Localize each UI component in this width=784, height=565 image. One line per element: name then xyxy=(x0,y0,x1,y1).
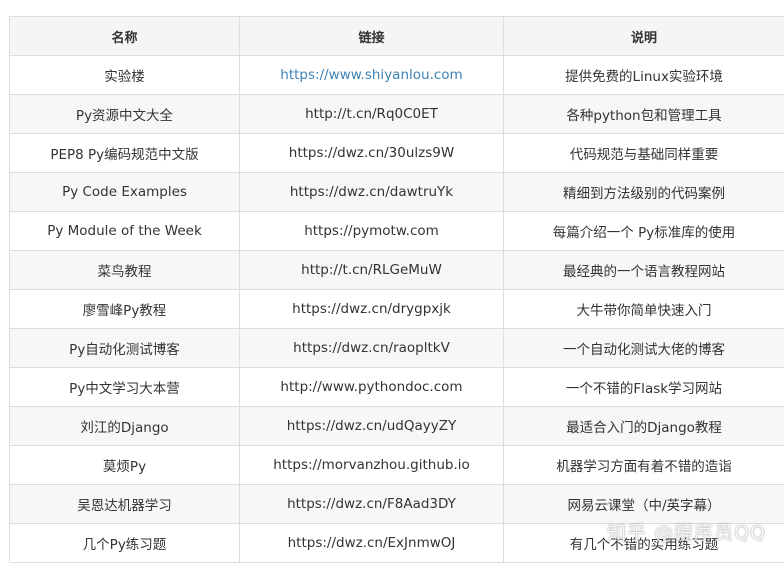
cell-link: https://dwz.cn/dawtruYk xyxy=(239,172,504,212)
table-row: 吴恩达机器学习 https://dwz.cn/F8Aad3DY 网易云课堂（中/… xyxy=(9,484,784,524)
resource-link[interactable]: https://dwz.cn/F8Aad3DY xyxy=(287,496,456,512)
cell-description: 一个自动化测试大佬的博客 xyxy=(503,328,784,368)
resource-link[interactable]: https://pymotw.com xyxy=(304,223,439,239)
resource-table-container: 名称 链接 说明 实验楼 https://www.shiyanlou.com 提… xyxy=(9,16,784,563)
table-row: Py Module of the Week https://pymotw.com… xyxy=(9,211,784,251)
cell-link: https://dwz.cn/F8Aad3DY xyxy=(239,484,504,524)
cell-description: 提供免费的Linux实验环境 xyxy=(503,55,784,95)
resource-link[interactable]: https://dwz.cn/raopltkV xyxy=(293,340,450,356)
cell-name: Py中文学习大本营 xyxy=(9,367,240,407)
table-row: 几个Py练习题 https://dwz.cn/ExJnmwOJ 有几个不错的实用… xyxy=(9,523,784,563)
cell-name: Py自动化测试博客 xyxy=(9,328,240,368)
cell-name: Py资源中文大全 xyxy=(9,94,240,134)
cell-link: https://dwz.cn/raopltkV xyxy=(239,328,504,368)
table-row: Py中文学习大本营 http://www.pythondoc.com 一个不错的… xyxy=(9,367,784,407)
resource-link[interactable]: https://morvanzhou.github.io xyxy=(273,457,470,473)
cell-name: 刘江的Django xyxy=(9,406,240,446)
table-row: 实验楼 https://www.shiyanlou.com 提供免费的Linux… xyxy=(9,55,784,95)
cell-name: 吴恩达机器学习 xyxy=(9,484,240,524)
cell-name: PEP8 Py编码规范中文版 xyxy=(9,133,240,173)
cell-link: https://dwz.cn/30ulzs9W xyxy=(239,133,504,173)
cell-link: http://t.cn/RLGeMuW xyxy=(239,250,504,290)
resource-link[interactable]: https://www.shiyanlou.com xyxy=(280,67,462,83)
cell-name: Py Module of the Week xyxy=(9,211,240,251)
cell-link: https://dwz.cn/udQayyZY xyxy=(239,406,504,446)
cell-description: 每篇介绍一个 Py标准库的使用 xyxy=(503,211,784,251)
cell-description: 机器学习方面有着不错的造诣 xyxy=(503,445,784,485)
resource-link[interactable]: https://dwz.cn/ExJnmwOJ xyxy=(288,535,456,551)
cell-link: https://www.shiyanlou.com xyxy=(239,55,504,95)
cell-name: 几个Py练习题 xyxy=(9,523,240,563)
cell-description: 一个不错的Flask学习网站 xyxy=(503,367,784,407)
resource-link[interactable]: http://www.pythondoc.com xyxy=(280,379,462,395)
resource-link[interactable]: https://dwz.cn/drygpxjk xyxy=(292,301,451,317)
cell-name: 廖雪峰Py教程 xyxy=(9,289,240,329)
resource-link[interactable]: https://dwz.cn/dawtruYk xyxy=(290,184,453,200)
resource-link[interactable]: https://dwz.cn/udQayyZY xyxy=(287,418,456,434)
cell-link: https://dwz.cn/drygpxjk xyxy=(239,289,504,329)
table-row: 廖雪峰Py教程 https://dwz.cn/drygpxjk 大牛带你简单快速… xyxy=(9,289,784,329)
cell-name: 实验楼 xyxy=(9,55,240,95)
table-row: 刘江的Django https://dwz.cn/udQayyZY 最适合入门的… xyxy=(9,406,784,446)
cell-description: 最经典的一个语言教程网站 xyxy=(503,250,784,290)
cell-description: 代码规范与基础同样重要 xyxy=(503,133,784,173)
cell-link: https://dwz.cn/ExJnmwOJ xyxy=(239,523,504,563)
cell-name: 菜鸟教程 xyxy=(9,250,240,290)
cell-description: 网易云课堂（中/英字幕） xyxy=(503,484,784,524)
table-row: Py资源中文大全 http://t.cn/Rq0C0ET 各种python包和管… xyxy=(9,94,784,134)
cell-description: 精细到方法级别的代码案例 xyxy=(503,172,784,212)
cell-link: http://www.pythondoc.com xyxy=(239,367,504,407)
table-row: Py自动化测试博客 https://dwz.cn/raopltkV 一个自动化测… xyxy=(9,328,784,368)
header-description: 说明 xyxy=(503,16,784,56)
cell-description: 最适合入门的Django教程 xyxy=(503,406,784,446)
table-row: 莫烦Py https://morvanzhou.github.io 机器学习方面… xyxy=(9,445,784,485)
cell-name: 莫烦Py xyxy=(9,445,240,485)
resource-table: 名称 链接 说明 实验楼 https://www.shiyanlou.com 提… xyxy=(9,16,784,563)
header-name: 名称 xyxy=(9,16,240,56)
cell-description: 大牛带你简单快速入门 xyxy=(503,289,784,329)
table-row: Py Code Examples https://dwz.cn/dawtruYk… xyxy=(9,172,784,212)
cell-description: 各种python包和管理工具 xyxy=(503,94,784,134)
table-row: 菜鸟教程 http://t.cn/RLGeMuW 最经典的一个语言教程网站 xyxy=(9,250,784,290)
resource-link[interactable]: https://dwz.cn/30ulzs9W xyxy=(289,145,454,161)
cell-link: https://pymotw.com xyxy=(239,211,504,251)
resource-link[interactable]: http://t.cn/Rq0C0ET xyxy=(305,106,438,122)
header-link: 链接 xyxy=(239,16,504,56)
cell-link: https://morvanzhou.github.io xyxy=(239,445,504,485)
cell-description: 有几个不错的实用练习题 xyxy=(503,523,784,563)
table-row: PEP8 Py编码规范中文版 https://dwz.cn/30ulzs9W 代… xyxy=(9,133,784,173)
resource-link[interactable]: http://t.cn/RLGeMuW xyxy=(301,262,442,278)
cell-name: Py Code Examples xyxy=(9,172,240,212)
table-header-row: 名称 链接 说明 xyxy=(9,16,784,56)
cell-link: http://t.cn/Rq0C0ET xyxy=(239,94,504,134)
